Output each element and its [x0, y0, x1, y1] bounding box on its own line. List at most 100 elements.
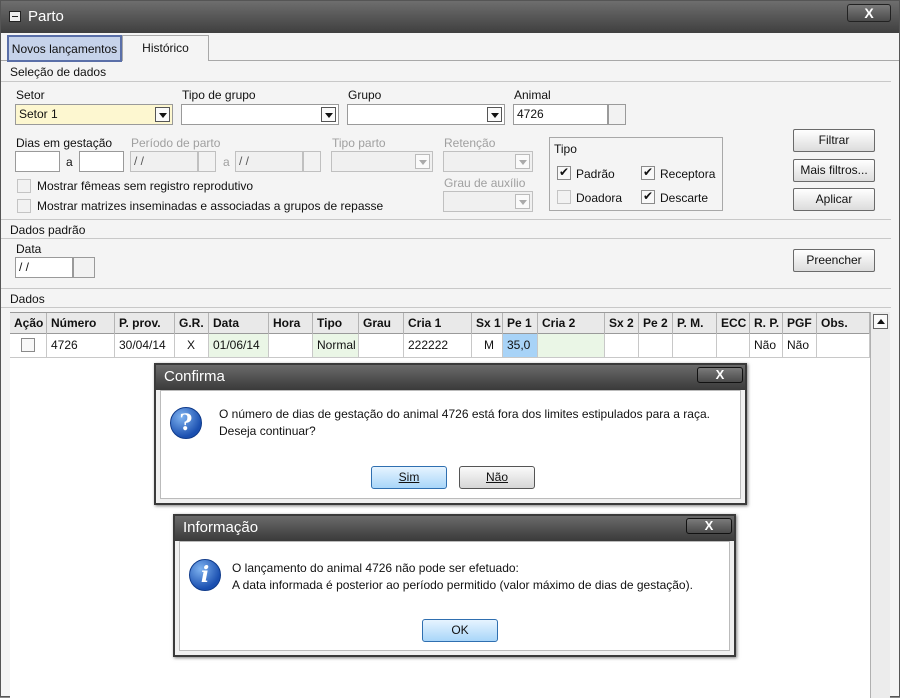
aplicar-button[interactable]: Aplicar: [793, 188, 875, 211]
cell-ecc[interactable]: [717, 334, 750, 357]
acao-checkbox[interactable]: [21, 338, 35, 352]
periodo-parto-from-input[interactable]: / /: [130, 151, 198, 172]
title-bar: Parto X: [1, 1, 899, 33]
retencao-select[interactable]: [443, 151, 533, 172]
system-menu-icon[interactable]: [9, 11, 21, 22]
col-data[interactable]: Data: [209, 313, 269, 334]
cell-tipo[interactable]: Normal: [313, 334, 359, 357]
grau-de-auxilio-select[interactable]: [443, 191, 533, 212]
section-dados-padrao: Dados padrão: [1, 219, 891, 239]
window-close-button[interactable]: X: [847, 4, 891, 22]
dias-gestacao-to-input[interactable]: [79, 151, 124, 172]
animal-input[interactable]: 4726: [513, 104, 608, 125]
chevron-down-icon[interactable]: [515, 194, 530, 209]
chevron-down-icon[interactable]: [321, 107, 336, 122]
chevron-down-icon[interactable]: [515, 154, 530, 169]
doadora-checkbox[interactable]: [557, 190, 571, 204]
cell-grau[interactable]: [359, 334, 404, 357]
padrao-checkbox[interactable]: [557, 165, 571, 180]
informacao-dialog-body: i O lançamento do animal 4726 não pode s…: [179, 541, 730, 651]
col-tipo[interactable]: Tipo: [313, 313, 359, 334]
setor-select[interactable]: Setor 1: [15, 104, 173, 125]
cell-sx-2[interactable]: [605, 334, 639, 357]
grid-vertical-scrollbar[interactable]: [870, 312, 890, 698]
grupo-select[interactable]: [347, 104, 505, 125]
col-grau[interactable]: Grau: [359, 313, 404, 334]
periodo-parto-from-calendar-button[interactable]: [198, 151, 216, 172]
col-pm[interactable]: P. M.: [673, 313, 717, 334]
descarte-checkbox[interactable]: [641, 189, 655, 204]
confirma-dialog: Confirma X ? O número de dias de gestaçã…: [154, 363, 747, 505]
mostrar-femeas-checkbox[interactable]: [17, 179, 31, 193]
sim-button[interactable]: Sim: [371, 466, 447, 489]
periodo-de-parto-label: Período de parto: [131, 136, 221, 150]
tab-novos-lancamentos[interactable]: Novos lançamentos: [7, 35, 122, 62]
cell-pm[interactable]: [673, 334, 717, 357]
tipo-parto-select[interactable]: [331, 151, 433, 172]
data-padrao-input[interactable]: / /: [15, 257, 73, 278]
filtrar-button[interactable]: Filtrar: [793, 129, 875, 152]
question-icon: ?: [170, 407, 202, 439]
section-selecao-de-dados: Seleção de dados: [1, 62, 891, 82]
dias-gestacao-from-input[interactable]: [15, 151, 60, 172]
informacao-close-button[interactable]: X: [686, 518, 732, 534]
grupo-label: Grupo: [348, 88, 382, 102]
receptora-checkbox[interactable]: [641, 165, 655, 180]
cell-gr[interactable]: X: [175, 334, 209, 357]
animal-lookup-button[interactable]: [608, 104, 626, 125]
scroll-up-icon[interactable]: [873, 314, 888, 329]
col-hora[interactable]: Hora: [269, 313, 313, 334]
nao-button[interactable]: Não: [459, 466, 535, 489]
cell-obs[interactable]: [817, 334, 870, 357]
chevron-down-icon[interactable]: [155, 107, 170, 122]
cell-p-prov[interactable]: 30/04/14: [115, 334, 175, 357]
col-sx-1[interactable]: Sx 1: [472, 313, 503, 334]
mostrar-matrizes-checkbox[interactable]: [17, 199, 31, 213]
col-acao[interactable]: Ação: [10, 313, 47, 334]
confirma-dialog-body: ? O número de dias de gestação do animal…: [160, 390, 741, 499]
periodo-parto-to-input[interactable]: / /: [235, 151, 303, 172]
col-pe-2[interactable]: Pe 2: [639, 313, 673, 334]
tipo-de-grupo-select[interactable]: [181, 104, 339, 125]
preencher-button[interactable]: Preencher: [793, 249, 875, 272]
cell-pgf[interactable]: Não: [783, 334, 817, 357]
col-p-prov[interactable]: P. prov.: [115, 313, 175, 334]
ok-button[interactable]: OK: [422, 619, 498, 642]
cell-rp[interactable]: Não: [750, 334, 783, 357]
periodo-parto-separator: a: [223, 155, 230, 169]
col-cria-1[interactable]: Cria 1: [404, 313, 472, 334]
cell-pe-2[interactable]: [639, 334, 673, 357]
col-cria-2[interactable]: Cria 2: [538, 313, 605, 334]
confirma-close-button[interactable]: X: [697, 367, 743, 383]
cell-cria-1[interactable]: 222222: [404, 334, 472, 357]
periodo-parto-to-calendar-button[interactable]: [303, 151, 321, 172]
setor-value: Setor 1: [19, 107, 58, 121]
col-pe-1[interactable]: Pe 1: [503, 313, 538, 334]
tipo-group-label: Tipo: [554, 142, 577, 156]
cell-cria-2[interactable]: [538, 334, 605, 357]
col-ecc[interactable]: ECC: [717, 313, 750, 334]
col-sx-2[interactable]: Sx 2: [605, 313, 639, 334]
cell-pe-1[interactable]: 35,0: [503, 334, 538, 357]
tab-historico[interactable]: Histórico: [122, 35, 209, 61]
col-rp[interactable]: R. P.: [750, 313, 783, 334]
cell-data[interactable]: 01/06/14: [209, 334, 269, 357]
data-padrao-label: Data: [16, 242, 42, 256]
mais-filtros-button[interactable]: Mais filtros...: [793, 159, 875, 182]
informacao-dialog-title: Informação: [175, 516, 734, 541]
col-gr[interactable]: G.R.: [175, 313, 209, 334]
col-obs[interactable]: Obs.: [817, 313, 870, 334]
descarte-label: Descarte: [660, 191, 709, 205]
doadora-label: Doadora: [576, 191, 623, 205]
sim-button-label: Sim: [398, 470, 420, 484]
cell-numero[interactable]: 4726: [47, 334, 115, 357]
cell-hora[interactable]: [269, 334, 313, 357]
chevron-down-icon[interactable]: [415, 154, 430, 169]
chevron-down-icon[interactable]: [487, 107, 502, 122]
col-numero[interactable]: Número: [47, 313, 115, 334]
col-pgf[interactable]: PGF: [783, 313, 817, 334]
cell-sx-1[interactable]: M: [472, 334, 503, 357]
cell-acao[interactable]: [10, 334, 47, 357]
table-row[interactable]: 4726 30/04/14 X 01/06/14 Normal 222222 M…: [10, 334, 870, 358]
data-padrao-calendar-button[interactable]: [73, 257, 95, 278]
